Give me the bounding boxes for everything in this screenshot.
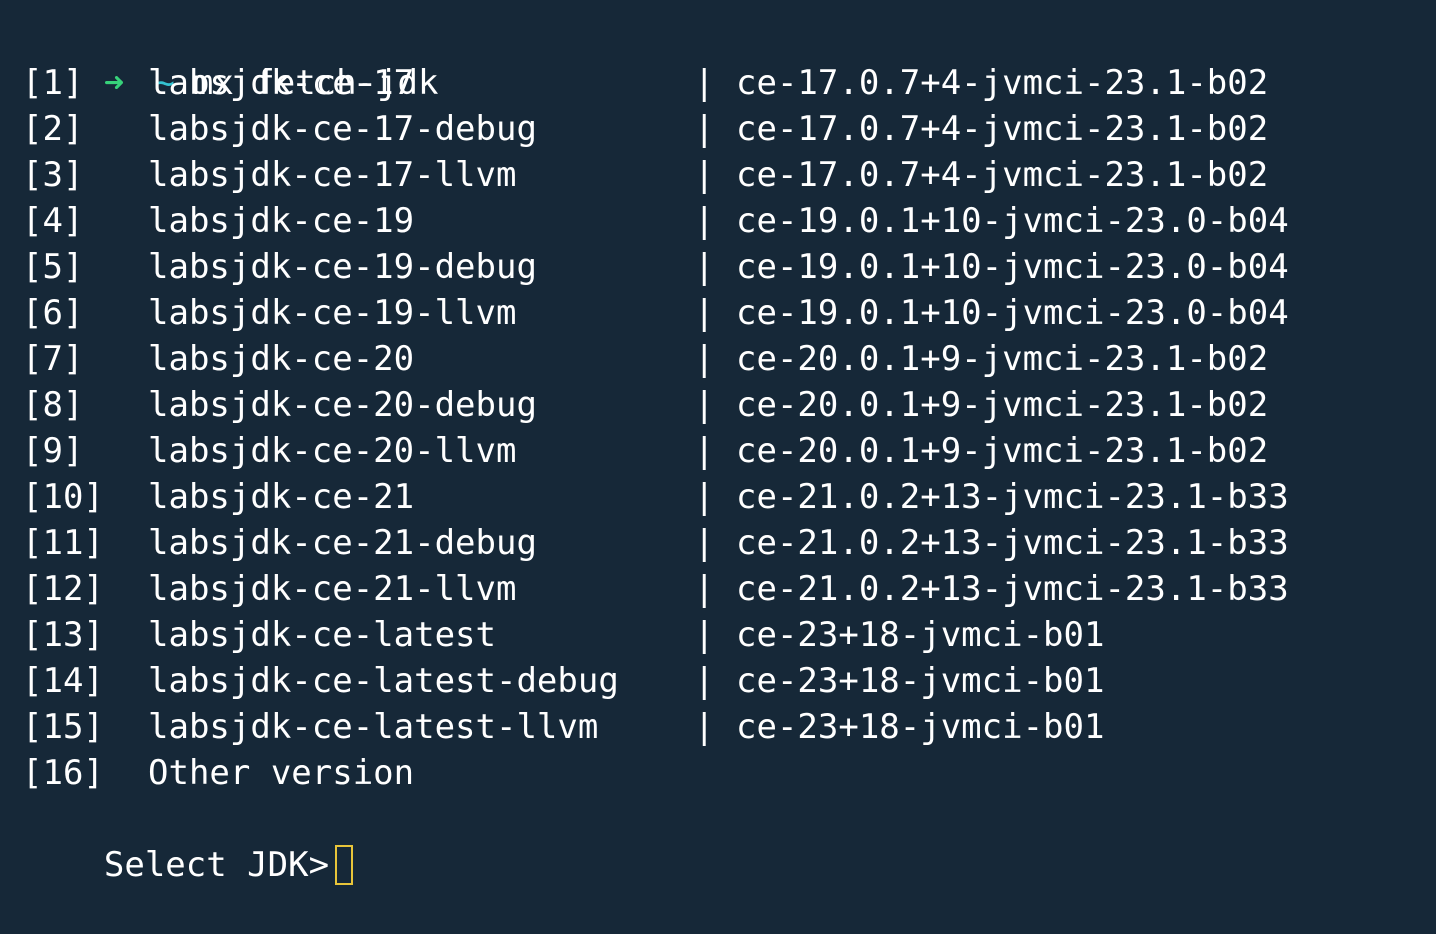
option-name: labsjdk-ce-20-debug — [148, 385, 537, 425]
jdk-option-row[interactable]: [15] labsjdk-ce-latest-llvm | ce-23+18-jvmc… — [22, 704, 1436, 750]
terminal-window[interactable]: ➜ ~ mx fetch-jdk [1] labsjdk-ce-17 | ce-17.0.… — [0, 0, 1436, 885]
jdk-option-list: [1] labsjdk-ce-17 | ce-17.0.7+4-jvmci-23.1-… — [22, 60, 1436, 796]
option-version: ce-20.0.1+9-jvmci-23.1-b02 — [736, 431, 1269, 471]
option-index: [10] — [22, 477, 104, 517]
option-name: labsjdk-ce-17-debug — [148, 109, 537, 149]
jdk-option-row[interactable]: [11] labsjdk-ce-21-debug | ce-21.0.2+13-jvm… — [22, 520, 1436, 566]
column-separator: | — [694, 247, 715, 287]
option-index: [3] — [22, 155, 84, 195]
option-version: ce-17.0.7+4-jvmci-23.1-b02 — [736, 155, 1269, 195]
jdk-option-row[interactable]: [7] labsjdk-ce-20 | ce-20.0.1+9-jvmci-23.1-… — [22, 336, 1436, 382]
option-index: [5] — [22, 247, 84, 287]
option-version: ce-19.0.1+10-jvmci-23.0-b04 — [736, 201, 1289, 241]
option-index: [11] — [22, 523, 104, 563]
column-separator: | — [694, 63, 715, 103]
jdk-option-row[interactable]: [8] labsjdk-ce-20-debug | ce-20.0.1+9-jvmci… — [22, 382, 1436, 428]
option-version: ce-21.0.2+13-jvmci-23.1-b33 — [736, 477, 1289, 517]
select-jdk-label: Select JDK> — [103, 845, 330, 885]
option-name: labsjdk-ce-21 — [148, 477, 415, 517]
select-prompt-line[interactable]: Select JDK> — [22, 796, 1436, 885]
option-name: labsjdk-ce-17 — [148, 63, 415, 103]
option-name: labsjdk-ce-19 — [148, 201, 415, 241]
option-name: labsjdk-ce-19-debug — [148, 247, 537, 287]
option-version: ce-17.0.7+4-jvmci-23.1-b02 — [736, 109, 1269, 149]
column-separator: | — [694, 477, 715, 517]
column-separator: | — [694, 339, 715, 379]
option-version: ce-19.0.1+10-jvmci-23.0-b04 — [736, 247, 1289, 287]
option-version: ce-23+18-jvmci-b01 — [736, 707, 1105, 747]
option-index: [13] — [22, 615, 104, 655]
option-index: [15] — [22, 707, 104, 747]
option-index: [1] — [22, 63, 84, 103]
column-separator: | — [694, 201, 715, 241]
option-name: labsjdk-ce-latest-llvm — [148, 707, 599, 747]
jdk-option-row[interactable]: [3] labsjdk-ce-17-llvm | ce-17.0.7+4-jvmci-… — [22, 152, 1436, 198]
option-index: [16] — [22, 753, 104, 793]
column-separator: | — [694, 661, 715, 701]
column-separator: | — [694, 155, 715, 195]
jdk-option-row[interactable]: [1] labsjdk-ce-17 | ce-17.0.7+4-jvmci-23.1-… — [22, 60, 1436, 106]
text-cursor[interactable] — [335, 844, 354, 885]
jdk-option-row-other[interactable]: [16] Other version — [22, 750, 1436, 796]
option-index: [14] — [22, 661, 104, 701]
column-separator: | — [694, 431, 715, 471]
option-version: ce-23+18-jvmci-b01 — [736, 615, 1105, 655]
option-index: [8] — [22, 385, 84, 425]
option-name: labsjdk-ce-20 — [148, 339, 415, 379]
option-index: [9] — [22, 431, 84, 471]
jdk-option-row[interactable]: [12] labsjdk-ce-21-llvm | ce-21.0.2+13-jvmc… — [22, 566, 1436, 612]
option-version: ce-21.0.2+13-jvmci-23.1-b33 — [736, 523, 1289, 563]
column-separator: | — [694, 109, 715, 149]
column-separator: | — [694, 293, 715, 333]
column-separator: | — [694, 523, 715, 563]
jdk-option-row[interactable]: [13] labsjdk-ce-latest | ce-23+18-jvmci-b01 — [22, 612, 1436, 658]
jdk-option-row[interactable]: [14] labsjdk-ce-latest-debug | ce-23+18-jvm… — [22, 658, 1436, 704]
option-version: ce-21.0.2+13-jvmci-23.1-b33 — [736, 569, 1289, 609]
command-line: ➜ ~ mx fetch-jdk — [22, 14, 1436, 103]
option-version: ce-20.0.1+9-jvmci-23.1-b02 — [736, 385, 1269, 425]
jdk-option-row[interactable]: [6] labsjdk-ce-19-llvm | ce-19.0.1+10-jvmci… — [22, 290, 1436, 336]
jdk-option-row[interactable]: [2] labsjdk-ce-17-debug | ce-17.0.7+4-jvmci… — [22, 106, 1436, 152]
jdk-option-row[interactable]: [10] labsjdk-ce-21 | ce-21.0.2+13-jvmci-23.… — [22, 474, 1436, 520]
option-name: labsjdk-ce-17-llvm — [148, 155, 517, 195]
column-separator: | — [694, 569, 715, 609]
option-name: labsjdk-ce-19-llvm — [148, 293, 517, 333]
option-version: ce-23+18-jvmci-b01 — [736, 661, 1105, 701]
option-name: labsjdk-ce-latest — [148, 615, 496, 655]
option-version: ce-19.0.1+10-jvmci-23.0-b04 — [736, 293, 1289, 333]
option-version: ce-20.0.1+9-jvmci-23.1-b02 — [736, 339, 1269, 379]
option-index: [2] — [22, 109, 84, 149]
option-index: [4] — [22, 201, 84, 241]
jdk-option-row[interactable]: [9] labsjdk-ce-20-llvm | ce-20.0.1+9-jvmci-… — [22, 428, 1436, 474]
option-name: labsjdk-ce-21-debug — [148, 523, 537, 563]
column-separator: | — [694, 385, 715, 425]
column-separator: | — [694, 615, 715, 655]
option-name: labsjdk-ce-latest-debug — [148, 661, 619, 701]
option-name: Other version — [148, 753, 415, 793]
column-separator: | — [694, 707, 715, 747]
jdk-option-row[interactable]: [5] labsjdk-ce-19-debug | ce-19.0.1+10-jvmc… — [22, 244, 1436, 290]
option-index: [12] — [22, 569, 104, 609]
option-index: [7] — [22, 339, 84, 379]
option-version: ce-17.0.7+4-jvmci-23.1-b02 — [736, 63, 1269, 103]
option-name: labsjdk-ce-20-llvm — [148, 431, 517, 471]
jdk-option-row[interactable]: [4] labsjdk-ce-19 | ce-19.0.1+10-jvmci-23.0… — [22, 198, 1436, 244]
option-name: labsjdk-ce-21-llvm — [148, 569, 517, 609]
option-index: [6] — [22, 293, 84, 333]
